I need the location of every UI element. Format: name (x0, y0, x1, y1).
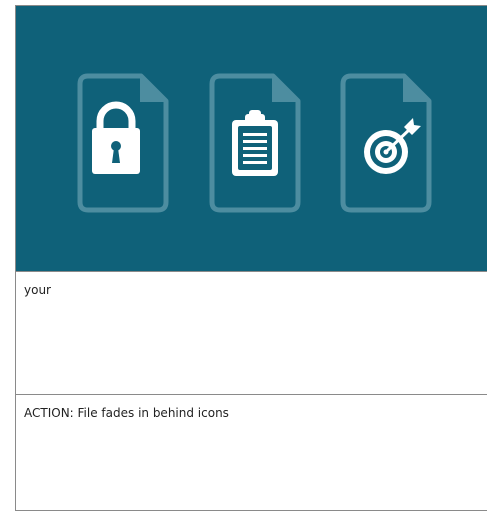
file-clipboard-graphic (209, 73, 301, 213)
clipboard-icon (232, 110, 278, 176)
script-text-cell: your (16, 271, 487, 394)
action-text-cell: ACTION: File fades in behind icons (16, 394, 487, 511)
target-icon (364, 118, 421, 174)
action-text: ACTION: File fades in behind icons (24, 406, 229, 420)
file-target-graphic (340, 73, 432, 213)
script-text: your (24, 283, 51, 297)
storyboard-frame: your ACTION: File fades in behind icons (15, 5, 487, 511)
lock-icon (92, 101, 140, 174)
slide-preview (16, 6, 487, 271)
file-lock-graphic (77, 73, 169, 213)
